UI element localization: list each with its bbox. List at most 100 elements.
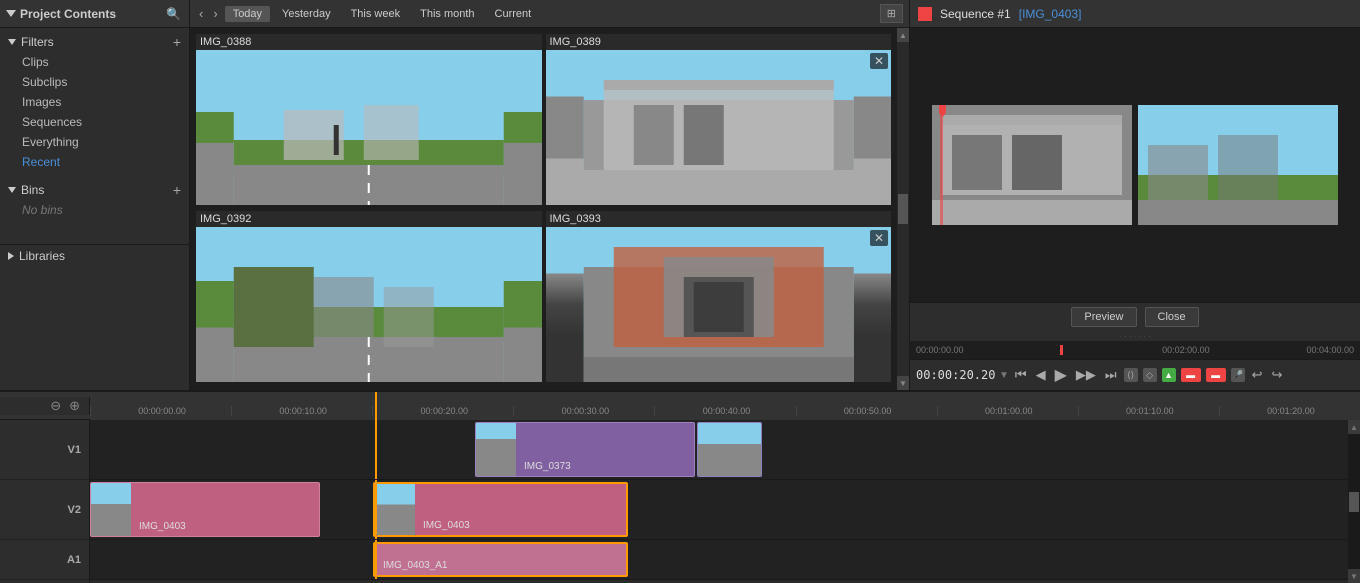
media-thumb-392 bbox=[196, 227, 542, 382]
tab-current[interactable]: Current bbox=[487, 6, 540, 22]
filter-everything[interactable]: Everything bbox=[0, 132, 189, 152]
transport-icon-3[interactable]: ▲ bbox=[1162, 368, 1176, 382]
transport-prev-frame[interactable]: ◀ bbox=[1033, 366, 1049, 384]
transport-skip-start[interactable]: ⏮ bbox=[1012, 366, 1030, 384]
clip-v1-img0373b[interactable] bbox=[697, 422, 762, 477]
ruler-7: 00:01:10.00 bbox=[1078, 406, 1219, 416]
media-label-392: IMG_0392 bbox=[196, 211, 542, 227]
clip-a1-img0403[interactable]: IMG_0403_A1 bbox=[373, 542, 628, 577]
preview-button[interactable]: Preview bbox=[1071, 307, 1136, 327]
filters-text: Filters bbox=[21, 35, 54, 49]
scroll-up-button[interactable]: ▲ bbox=[897, 28, 909, 42]
collapse-icon bbox=[6, 10, 16, 17]
filter-subclips[interactable]: Subclips bbox=[0, 72, 189, 92]
bins-collapse-icon bbox=[8, 187, 16, 193]
project-title: Project Contents bbox=[6, 7, 116, 21]
transport-icon-1[interactable]: ⟨⟩ bbox=[1124, 368, 1138, 382]
playhead-v1 bbox=[375, 420, 377, 479]
media-label-389: IMG_0389 bbox=[546, 34, 892, 50]
preview-thumb-left bbox=[932, 105, 1132, 225]
close-preview-button[interactable]: Close bbox=[1145, 307, 1199, 327]
preview-playhead bbox=[1060, 345, 1063, 355]
media-toolbar: ‹ › Today Yesterday This week This month… bbox=[190, 0, 909, 28]
transport-icon-5[interactable]: ▬ bbox=[1206, 368, 1226, 382]
track-a1: IMG_0403_A1 bbox=[90, 540, 1348, 580]
zoom-in-button[interactable]: ⊕ bbox=[66, 397, 83, 415]
ruler-2: 00:00:20.00 bbox=[372, 406, 513, 416]
media-item-389[interactable]: IMG_0389 ✕ bbox=[546, 34, 892, 207]
libraries-expand-icon bbox=[8, 252, 14, 260]
zoom-out-button[interactable]: ⊖ bbox=[47, 397, 64, 415]
clip-v2-img0403b[interactable]: IMG_0403 bbox=[373, 482, 628, 537]
tab-yesterday[interactable]: Yesterday bbox=[274, 6, 339, 22]
clip-label-v2b: IMG_0403 bbox=[419, 518, 474, 533]
filter-sequences[interactable]: Sequences bbox=[0, 112, 189, 132]
filters-section: Filters + Clips Subclips Images Sequence… bbox=[0, 28, 189, 176]
bins-label: Bins bbox=[8, 183, 44, 197]
nav-back-button[interactable]: ‹ bbox=[196, 5, 206, 22]
ruler-marks-row: 00:00:00.00 00:00:10.00 00:00:20.00 00:0… bbox=[90, 406, 1360, 418]
ruler-mark-2: 00:02:00.00 bbox=[1162, 345, 1210, 355]
filter-clips[interactable]: Clips bbox=[0, 52, 189, 72]
search-button[interactable]: 🔍 bbox=[164, 5, 183, 23]
ruler-mark-3: 00:04:00.00 bbox=[1306, 345, 1354, 355]
filter-recent[interactable]: Recent bbox=[0, 152, 189, 172]
nav-forward-button[interactable]: › bbox=[210, 5, 220, 22]
transport-icon-4[interactable]: ▬ bbox=[1181, 368, 1201, 382]
clip-v1-img0373[interactable]: IMG_0373 bbox=[475, 422, 695, 477]
preview-area bbox=[910, 28, 1360, 302]
transport-skip-end[interactable]: ⏭ bbox=[1102, 366, 1120, 384]
track-label-v1: V1 bbox=[0, 420, 89, 480]
sequence-header: Sequence #1 [IMG_0403] bbox=[910, 0, 1360, 28]
ruler-6: 00:01:00.00 bbox=[937, 406, 1078, 416]
timeline-zoom-controls: ⊖ ⊕ bbox=[0, 397, 90, 415]
transport-icon-mic[interactable]: 🎤 bbox=[1231, 368, 1245, 382]
tab-this-month[interactable]: This month bbox=[412, 6, 482, 22]
preview-thumb-right bbox=[1138, 105, 1338, 225]
transport-play[interactable]: ▶ bbox=[1052, 364, 1070, 386]
close-389-button[interactable]: ✕ bbox=[870, 53, 888, 69]
sequence-title: Sequence #1 bbox=[940, 7, 1011, 21]
timecode-dropdown[interactable]: ▼ bbox=[999, 370, 1009, 381]
transport-undo[interactable]: ↩ bbox=[1249, 366, 1266, 384]
scroll-down-button[interactable]: ▼ bbox=[897, 376, 909, 390]
add-filter-button[interactable]: + bbox=[173, 35, 181, 49]
clip-v2-img0403a[interactable]: IMG_0403 bbox=[90, 482, 320, 537]
right-panel: Sequence #1 [IMG_0403] bbox=[910, 0, 1360, 390]
project-contents-header: Project Contents 🔍 bbox=[0, 0, 189, 28]
timeline-body: V1 V2 A1 IMG_0373 bbox=[0, 420, 1360, 583]
timeline-scroll-down[interactable]: ▼ bbox=[1348, 569, 1360, 583]
transport-icon-2[interactable]: ◇ bbox=[1143, 368, 1157, 382]
filter-images[interactable]: Images bbox=[0, 92, 189, 112]
media-item-393[interactable]: IMG_0393 ✕ bbox=[546, 211, 892, 384]
timeline-scroll-up[interactable]: ▲ bbox=[1348, 420, 1360, 434]
ruler-5: 00:00:50.00 bbox=[796, 406, 937, 416]
timeline-scrollbar-v[interactable]: ▲ ▼ bbox=[1348, 420, 1360, 583]
grid-view-button[interactable]: ⊞ bbox=[880, 4, 903, 23]
media-item-392[interactable]: IMG_0392 bbox=[196, 211, 542, 384]
transport-redo[interactable]: ↪ bbox=[1269, 366, 1286, 384]
clip-label-v1a: IMG_0373 bbox=[520, 459, 575, 474]
center-scrollbar[interactable]: ▲ ▼ bbox=[897, 28, 909, 390]
media-thumb-393: ✕ bbox=[546, 227, 892, 382]
tracks-area: IMG_0373 IMG_0403 bbox=[90, 420, 1348, 583]
center-panel: ‹ › Today Yesterday This week This month… bbox=[190, 0, 910, 390]
tab-this-week[interactable]: This week bbox=[343, 6, 409, 22]
bins-header[interactable]: Bins + bbox=[0, 180, 189, 200]
transport-controls: 00:00:20.20 ▼ ⏮ ◀ ▶ ▶▶ ⏭ ⟨⟩ ◇ ▲ ▬ ▬ 🎤 ↩ … bbox=[910, 359, 1360, 390]
filters-header[interactable]: Filters + bbox=[0, 32, 189, 52]
scroll-thumb bbox=[898, 194, 908, 224]
ruler-4: 00:00:40.00 bbox=[654, 406, 795, 416]
ruler-1: 00:00:10.00 bbox=[231, 406, 372, 416]
transport-next-frame[interactable]: ▶▶ bbox=[1073, 366, 1099, 384]
ruler-8: 00:01:20.00 bbox=[1219, 406, 1360, 416]
libraries-text: Libraries bbox=[19, 249, 65, 263]
ruler-0: 00:00:00.00 bbox=[90, 406, 231, 416]
timecode-display: 00:00:20.20 bbox=[916, 368, 996, 382]
close-393-button[interactable]: ✕ bbox=[870, 230, 888, 246]
libraries-section[interactable]: Libraries bbox=[0, 244, 189, 267]
tab-today[interactable]: Today bbox=[225, 6, 270, 22]
media-item-388[interactable]: IMG_0388 bbox=[196, 34, 542, 207]
timeline-header: ⊖ ⊕ 00:00:00.00 00:00:10.00 00:00:20.00 … bbox=[0, 392, 1360, 420]
add-bin-button[interactable]: + bbox=[173, 183, 181, 197]
